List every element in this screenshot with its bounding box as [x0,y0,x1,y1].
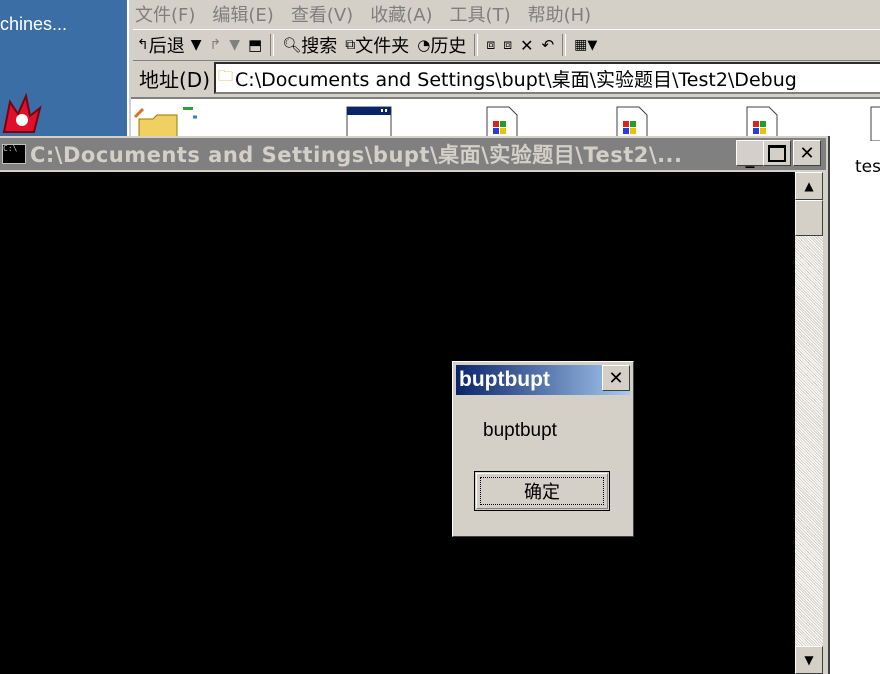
history-button[interactable]: ◔ 历史 [413,32,470,58]
folders-icon: ⧉ [345,37,356,53]
address-value: C:\Documents and Settings\bupt\桌面\实验题目\T… [235,68,797,91]
address-input[interactable]: 🗀 C:\Documents and Settings\bupt\桌面\实验题目… [214,62,880,94]
menu-favorites[interactable]: 收藏(A) [370,1,432,27]
ok-button-label: 确定 [524,482,560,503]
back-arrow-icon: ↰ [137,37,149,53]
console-window: C:\ C:\Documents and Settings\bupt\桌面\实验… [0,136,830,674]
cmd-icon-text: C:\ [3,144,18,153]
toolbar-separator [562,34,567,56]
file-label[interactable]: tes [855,157,880,177]
console-title-bar[interactable]: C:\ C:\Documents and Settings\bupt\桌面\实验… [0,138,826,170]
console-output[interactable] [0,172,795,674]
address-label: 地址(D) [139,67,211,92]
desktop-area: chines... [0,0,127,140]
desktop-program-icon[interactable] [0,92,44,136]
document-file-icon[interactable] [869,105,880,141]
views-button[interactable]: ▦ ▼ [570,37,601,53]
move-to-button[interactable]: ⧈ [482,37,499,53]
delete-button[interactable]: ✕ [516,36,537,55]
scroll-up-button[interactable]: ▲ [795,172,823,200]
history-label: 历史 [430,36,467,57]
undo-icon: ↶ [541,36,555,54]
back-label: 后退 [148,36,185,57]
search-icon: 🔍︎ [282,36,302,54]
console-title: C:\Documents and Settings\bupt\桌面\实验题目\T… [30,143,683,167]
address-bar: 地址(D) 🗀 C:\Documents and Settings\bupt\桌… [133,61,880,95]
close-button[interactable]: ✕ [793,140,821,166]
close-icon: ✕ [799,142,815,164]
toolbar-separator [270,34,275,56]
back-button[interactable]: ↰ 后退 ▼ [133,32,206,58]
menu-tools[interactable]: 工具(T) [450,1,511,27]
minimize-icon: _ [745,147,755,169]
up-folder-button[interactable]: ⬒ [244,36,266,54]
undo-button[interactable]: ↶ [538,36,559,54]
desktop-icon-label[interactable]: chines... [0,14,67,35]
menu-view[interactable]: 查看(V) [291,1,353,27]
vertical-scrollbar[interactable]: ▲ ▼ [795,172,823,674]
menu-bar: 文件(F) 编辑(E) 查看(V) 收藏(A) 工具(T) 帮助(H) [135,0,608,28]
dialog-close-button[interactable]: ✕ [602,365,630,391]
copy-to-icon: ⧈ [503,37,513,53]
message-dialog: buptbupt ✕ buptbupt 确定 [452,361,634,537]
forward-button[interactable]: ↱ ▼ [206,37,245,53]
menu-file[interactable]: 文件(F) [135,1,195,27]
menu-edit[interactable]: 编辑(E) [212,1,273,27]
dialog-message: buptbupt [483,420,557,441]
dialog-title: buptbupt [459,368,550,391]
scroll-thumb[interactable] [795,200,823,236]
up-folder-icon: ⬒ [248,36,263,54]
maximize-icon [768,144,786,162]
minimize-button[interactable]: _ [736,140,764,169]
delete-icon: ✕ [520,35,534,55]
menu-help[interactable]: 帮助(H) [528,1,592,27]
arrow-down-icon: ▼ [804,653,814,667]
copy-to-button[interactable]: ⧈ [499,37,516,53]
arrow-up-icon: ▲ [804,179,814,193]
toolbar: ↰ 后退 ▼ ↱ ▼ ⬒ 🔍︎ 搜索 ⧉ 文件夹 ◔ 历史 ⧈ ⧈ ✕ ↶ ▦ … [133,29,880,61]
folder-icon: 🗀 [218,66,234,85]
history-icon: ◔ [417,36,431,54]
close-icon: ✕ [608,367,624,389]
forward-arrow-icon: ↱ [209,37,222,53]
folders-button[interactable]: ⧉ 文件夹 [341,32,413,58]
maximize-button[interactable] [763,140,791,166]
cmd-icon[interactable]: C:\ [2,144,26,164]
views-icon: ▦ [574,37,588,53]
search-button[interactable]: 🔍︎ 搜索 [278,32,341,58]
scroll-down-button[interactable]: ▼ [795,646,823,674]
back-dropdown-icon[interactable]: ▼ [191,37,202,53]
views-dropdown-icon: ▼ [587,37,598,53]
ok-button[interactable]: 确定 [474,471,610,511]
toolbar-separator [474,34,479,56]
search-label: 搜索 [301,36,338,57]
forward-dropdown-icon[interactable]: ▼ [229,37,240,53]
move-to-icon: ⧈ [486,37,496,53]
folders-label: 文件夹 [355,36,410,57]
